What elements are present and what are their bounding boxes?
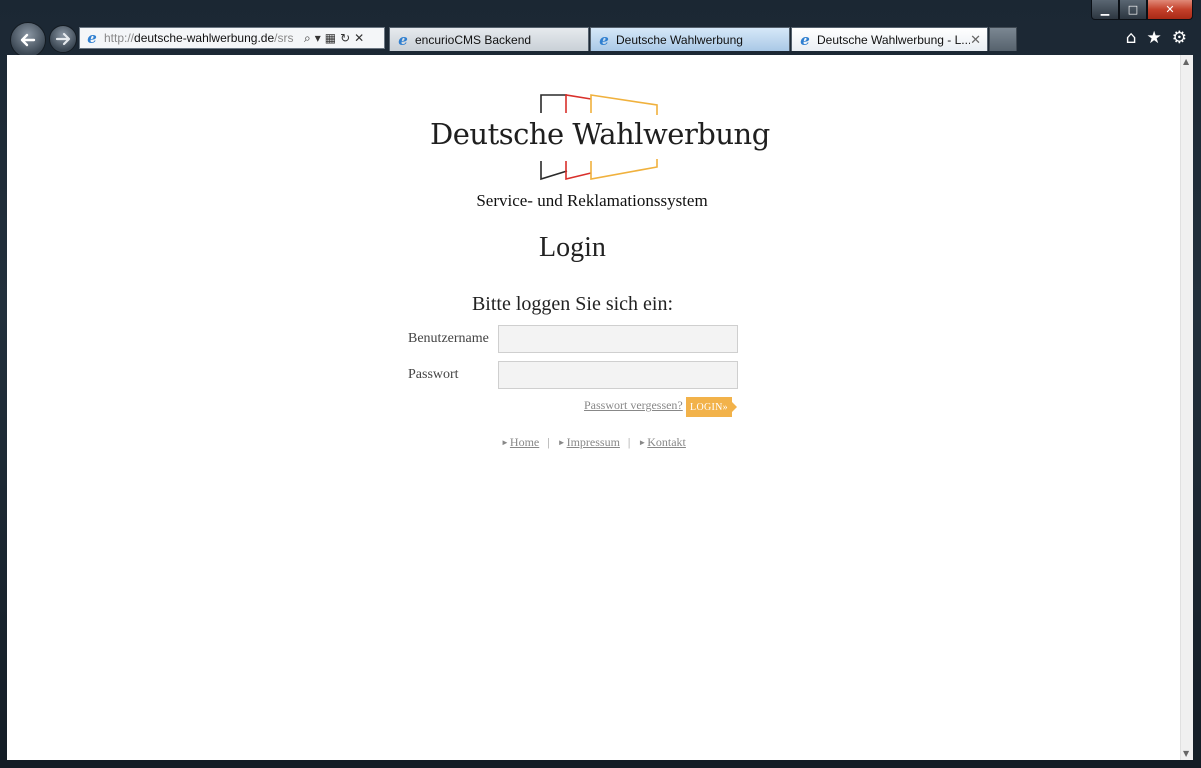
search-icon[interactable]: ⌕	[304, 31, 311, 46]
tools-gear-icon[interactable]: ⚙	[1172, 28, 1187, 48]
tab-encuriocms[interactable]: e encurioCMS Backend	[389, 27, 589, 51]
new-tab-button[interactable]	[989, 27, 1017, 51]
dropdown-icon[interactable]: ▾	[315, 31, 321, 46]
password-input[interactable]	[498, 361, 738, 389]
username-input[interactable]	[498, 325, 738, 353]
tab-login-active[interactable]: e Deutsche Wahlwerbung - L... ✕	[791, 27, 988, 51]
bullet-triangle-icon: ►	[557, 438, 566, 447]
page-title: Login	[539, 232, 606, 263]
footer-link-impressum[interactable]: Impressum	[567, 435, 620, 450]
page-viewport: Deutsche Wahlwerbung Service- und Reklam…	[7, 55, 1180, 760]
tab-close-icon[interactable]: ✕	[970, 32, 981, 48]
address-url[interactable]: http://deutsche-wahlwerbung.de/srs	[104, 31, 300, 45]
footer-link-home[interactable]: Home	[510, 435, 539, 450]
vertical-scrollbar[interactable]: ▲ ▼	[1180, 55, 1193, 760]
footer-separator: |	[547, 435, 550, 449]
forgot-password-link[interactable]: Passwort vergessen?	[584, 398, 683, 413]
footer-link-kontakt[interactable]: Kontakt	[647, 435, 686, 450]
ie-page-icon: e	[87, 29, 97, 47]
forward-button[interactable]	[49, 25, 77, 53]
refresh-icon[interactable]: ↻	[340, 31, 350, 46]
page-subtitle: Service- und Reklamationssystem	[476, 191, 708, 210]
ie-tab-icon: e	[800, 30, 810, 49]
close-window-button[interactable]: ✕	[1147, 0, 1193, 20]
scroll-down-icon[interactable]: ▼	[1183, 749, 1189, 758]
username-label: Benutzername	[408, 331, 489, 346]
window-controls: ▁ □ ✕	[1091, 0, 1193, 20]
maximize-button[interactable]: □	[1119, 0, 1147, 20]
back-arrow-icon	[20, 33, 36, 47]
brand-name: Deutsche Wahlwerbung	[428, 117, 772, 151]
compat-view-icon[interactable]: ▦	[325, 31, 336, 46]
stop-icon[interactable]: ✕	[354, 31, 364, 46]
minimize-button[interactable]: ▁	[1091, 0, 1119, 20]
footer-separator: |	[627, 435, 631, 449]
login-button[interactable]: LOGIN»	[686, 397, 737, 417]
bullet-triangle-icon: ►	[638, 438, 647, 447]
address-bar[interactable]: e http://deutsche-wahlwerbung.de/srs ⌕ ▾…	[79, 27, 385, 49]
ie-tab-icon: e	[599, 30, 609, 49]
footer-links: ► Home | ► Impressum | ► Kontakt	[501, 435, 686, 450]
password-label: Passwort	[408, 367, 459, 382]
favorites-icon[interactable]: ★	[1147, 28, 1162, 48]
tab-label: Deutsche Wahlwerbung - L...	[817, 32, 971, 47]
ie-tab-icon: e	[398, 30, 408, 49]
tab-label: Deutsche Wahlwerbung	[616, 32, 743, 47]
back-button[interactable]	[10, 22, 46, 58]
browser-toolbar: ⌂ ★ ⚙	[1126, 28, 1187, 48]
tab-deutsche-wahlwerbung[interactable]: e Deutsche Wahlwerbung	[590, 27, 790, 51]
scroll-up-icon[interactable]: ▲	[1183, 57, 1189, 66]
tab-label: encurioCMS Backend	[415, 32, 532, 47]
forward-arrow-icon	[55, 32, 71, 46]
login-intro: Bitte loggen Sie sich ein:	[471, 293, 674, 315]
home-icon[interactable]: ⌂	[1126, 28, 1137, 48]
bullet-triangle-icon: ►	[501, 438, 509, 447]
